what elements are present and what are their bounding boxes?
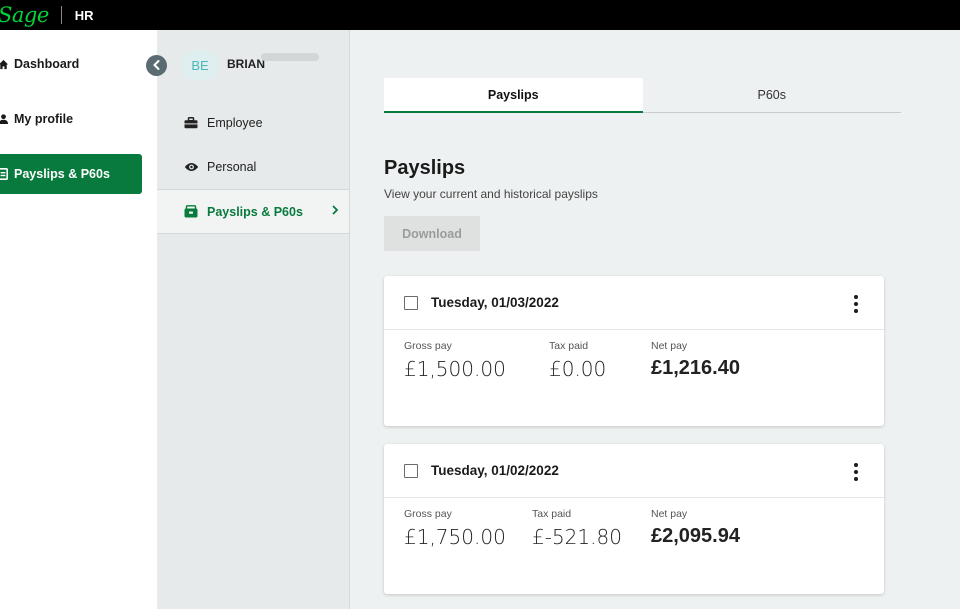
avatar[interactable]: BE — [181, 50, 219, 80]
tax-paid: Tax paid £-521.80 — [532, 508, 622, 549]
payslip-card-header: Tuesday, 01/03/2022 — [384, 276, 884, 330]
nav-item-payslips-p60s[interactable]: Payslips & P60s — [0, 154, 142, 194]
download-button[interactable]: Download — [384, 216, 480, 251]
net-pay-value: £1,216.40 — [651, 357, 740, 379]
payslip-tabs: Payslips P60s — [384, 78, 901, 113]
briefcase-icon — [183, 116, 199, 129]
logo-divider — [60, 6, 62, 24]
chevron-right-icon — [332, 204, 339, 218]
payslip-checkbox[interactable] — [404, 463, 418, 478]
chevron-left-icon — [152, 57, 161, 75]
home-icon — [0, 59, 10, 70]
nav-item-label: My profile — [14, 112, 74, 126]
net-pay: Net pay £2,095.94 — [651, 508, 740, 548]
gross-pay-value: £1,750.00 — [404, 525, 506, 549]
payslip-card: Tuesday, 01/02/2022 Gross pay £1,750.00 … — [384, 444, 884, 594]
payslip-card: Tuesday, 01/03/2022 Gross pay £1,500.00 … — [384, 276, 884, 426]
net-pay: Net pay £1,216.40 — [651, 340, 740, 380]
gross-pay-value: £1,500.00 — [404, 357, 506, 381]
person-icon — [0, 113, 10, 125]
app-name: HR — [74, 7, 94, 23]
tab-p60s[interactable]: P60s — [642, 78, 901, 113]
nav-item-label: Payslips & P60s — [14, 167, 110, 181]
page-subtitle: View your current and historical payslip… — [384, 187, 598, 201]
net-pay-label: Net pay — [651, 508, 688, 520]
tax-paid-label: Tax paid — [532, 508, 572, 520]
payslip-checkbox[interactable] — [404, 295, 418, 310]
profile-subnav: BE BRIAN Employee Personal Payslips & P6… — [157, 30, 350, 609]
payslip-card-header: Tuesday, 01/02/2022 — [384, 444, 884, 498]
subnav-item-employee[interactable]: Employee — [157, 100, 349, 145]
payslip-date: Tuesday, 01/03/2022 — [431, 295, 559, 310]
more-options-icon[interactable] — [852, 463, 860, 481]
payslip-date: Tuesday, 01/02/2022 — [431, 463, 559, 478]
subnav-item-label: Employee — [207, 115, 263, 130]
subnav-item-label: Payslips & P60s — [207, 204, 303, 219]
nav-item-dashboard[interactable]: Dashboard — [0, 44, 142, 84]
tax-paid-label: Tax paid — [549, 340, 589, 352]
gross-pay-label: Gross pay — [404, 340, 452, 352]
wallet-icon — [183, 205, 199, 218]
subnav-item-payslips-p60s[interactable]: Payslips & P60s — [157, 189, 349, 234]
collapse-sidebar-button[interactable] — [146, 55, 167, 76]
gross-pay: Gross pay £1,750.00 — [404, 508, 506, 549]
nav-item-label: Dashboard — [14, 57, 80, 71]
redacted-surname — [261, 53, 319, 61]
sage-logo[interactable]: Sage — [0, 0, 49, 30]
gross-pay: Gross pay £1,500.00 — [404, 340, 506, 381]
gross-pay-label: Gross pay — [404, 508, 452, 520]
tax-paid: Tax paid £0.00 — [549, 340, 606, 381]
tax-paid-value: £0.00 — [549, 357, 607, 381]
nav-item-my-profile[interactable]: My profile — [0, 99, 142, 139]
tax-paid-value: £-521.80 — [532, 525, 622, 549]
eye-icon — [183, 162, 199, 172]
left-nav: Dashboard My profile Payslips & P60s — [0, 30, 157, 609]
net-pay-label: Net pay — [651, 340, 688, 352]
more-options-icon[interactable] — [852, 295, 860, 313]
top-bar: Sage HR — [0, 0, 960, 30]
subnav-item-label: Personal — [207, 159, 257, 174]
net-pay-value: £2,095.94 — [651, 525, 740, 547]
subnav-item-personal[interactable]: Personal — [157, 144, 349, 189]
tab-payslips[interactable]: Payslips — [384, 78, 643, 113]
page-title: Payslips — [384, 157, 466, 179]
user-name: BRIAN — [227, 57, 265, 71]
document-icon — [0, 168, 10, 180]
